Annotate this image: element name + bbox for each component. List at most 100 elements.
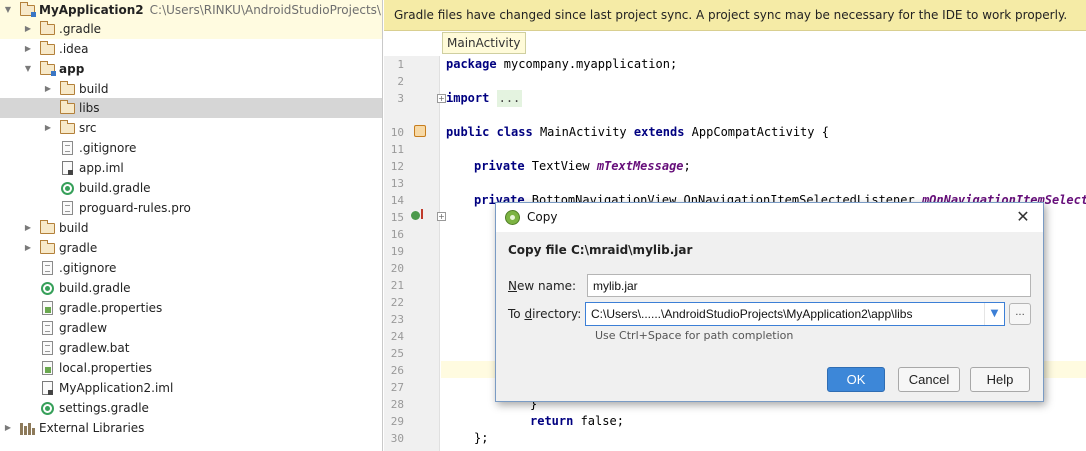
- keyword: package: [446, 57, 497, 71]
- tree-item-label: build: [59, 221, 89, 235]
- tree-item-label: .idea: [59, 42, 89, 56]
- file-icon: [62, 201, 73, 215]
- folder-icon: [59, 81, 75, 95]
- line-number: 14: [390, 194, 404, 207]
- gradle-icon: [61, 182, 74, 195]
- file-icon: [42, 321, 53, 335]
- gradle-icon: [41, 282, 54, 295]
- tree-item-gradle-dir[interactable]: ▶ .gradle: [0, 19, 382, 39]
- tree-item-label: gradlew.bat: [59, 341, 130, 355]
- expand-arrow-icon[interactable]: ▶: [22, 238, 34, 258]
- tree-item-app-gitignore[interactable]: .gitignore: [0, 138, 382, 158]
- expand-arrow-icon[interactable]: ▶: [22, 39, 34, 59]
- line-number: 30: [390, 432, 404, 445]
- to-directory-label: To directory:: [508, 307, 581, 321]
- tree-item-local-properties[interactable]: local.properties: [0, 358, 382, 378]
- tree-item-src[interactable]: ▶ src: [0, 118, 382, 138]
- tree-item-label: gradle.properties: [59, 301, 163, 315]
- tree-item-build[interactable]: ▶ build: [0, 218, 382, 238]
- class-override-icon[interactable]: [414, 125, 426, 137]
- browse-button[interactable]: ...: [1009, 303, 1031, 325]
- tree-item-label: build.gradle: [79, 181, 151, 195]
- tree-item-label: build: [79, 82, 109, 96]
- class-name: MainActivity: [532, 125, 634, 139]
- tree-item-proguard[interactable]: proguard-rules.pro: [0, 198, 382, 218]
- tree-item-label: build.gradle: [59, 281, 131, 295]
- mnemonic: d: [524, 307, 533, 321]
- tree-item-gradlew-bat[interactable]: gradlew.bat: [0, 338, 382, 358]
- tree-item-label: app.iml: [79, 161, 124, 175]
- line-number: 15: [390, 211, 404, 224]
- folder-icon: [39, 41, 55, 55]
- return-value: false;: [573, 414, 624, 428]
- tree-item-build-gradle[interactable]: build.gradle: [0, 278, 382, 298]
- line-number: 3: [397, 92, 404, 105]
- expand-arrow-icon[interactable]: ▶: [22, 218, 34, 238]
- tree-item-app-build-gradle[interactable]: build.gradle: [0, 178, 382, 198]
- implements-method-icon[interactable]: [411, 211, 420, 220]
- keyword: return: [530, 414, 574, 428]
- breadcrumb[interactable]: MainActivity: [442, 32, 526, 54]
- line-number: 23: [390, 313, 404, 326]
- folder-icon: [59, 100, 75, 114]
- code-line-package: package mycompany.myapplication;: [446, 56, 677, 73]
- code-line-field: private TextView mTextMessage;: [474, 158, 691, 175]
- folded-imports[interactable]: ...: [496, 90, 523, 107]
- tree-item-app[interactable]: ▼ app: [0, 59, 382, 79]
- tree-item-gradle[interactable]: ▶ gradle: [0, 238, 382, 258]
- tree-item-label: src: [79, 121, 97, 135]
- tree-item-project-iml[interactable]: MyApplication2.iml: [0, 378, 382, 398]
- tree-item-label: External Libraries: [39, 421, 145, 435]
- line-number: 11: [390, 143, 404, 156]
- module-folder-icon: [19, 2, 36, 17]
- fold-marker-icon[interactable]: +: [437, 212, 446, 221]
- tree-item-gitignore[interactable]: .gitignore: [0, 258, 382, 278]
- tree-root-path: C:\Users\RINKU\AndroidStudioProjects\MyA…: [149, 3, 382, 17]
- tree-item-gradlew[interactable]: gradlew: [0, 318, 382, 338]
- line-number: 21: [390, 279, 404, 292]
- tree-item-external-libraries[interactable]: ▶ External Libraries: [0, 418, 382, 438]
- tree-item-app-build[interactable]: ▶ build: [0, 79, 382, 99]
- dialog-title-bar[interactable]: Copy ✕: [496, 203, 1043, 232]
- code-line-end: };: [474, 431, 489, 445]
- new-name-label: New name:: [508, 279, 576, 293]
- tree-item-label: gradle: [59, 241, 98, 255]
- close-icon[interactable]: ✕: [1013, 206, 1033, 228]
- fold-marker-icon[interactable]: +: [437, 94, 446, 103]
- tree-root[interactable]: ▼ MyApplication2 C:\Users\RINKU\AndroidSt…: [0, 0, 382, 20]
- gradle-icon: [41, 402, 54, 415]
- folder-icon: [39, 21, 55, 35]
- dialog-heading: Copy file C:\mraid\mylib.jar: [508, 243, 693, 257]
- label-text: ew name:: [516, 279, 577, 293]
- tree-item-settings-gradle[interactable]: settings.gradle: [0, 398, 382, 418]
- new-name-input[interactable]: [587, 274, 1031, 297]
- tree-item-label: .gradle: [59, 22, 102, 36]
- copy-dialog: Copy ✕ Copy file C:\mraid\mylib.jar New …: [495, 202, 1044, 402]
- to-directory-combobox[interactable]: ▼: [585, 302, 1005, 326]
- tree-item-gradle-properties[interactable]: gradle.properties: [0, 298, 382, 318]
- expand-arrow-icon[interactable]: ▶: [22, 19, 34, 39]
- expand-arrow-icon[interactable]: ▶: [42, 118, 54, 138]
- expand-arrow-icon[interactable]: ▶: [2, 418, 14, 438]
- tree-item-label: proguard-rules.pro: [79, 201, 191, 215]
- line-number: 25: [390, 347, 404, 360]
- folder-icon: [59, 120, 75, 134]
- mnemonic: N: [508, 279, 517, 293]
- iml-file-icon: [42, 381, 53, 395]
- to-directory-input[interactable]: [586, 303, 984, 325]
- tree-item-label: app: [59, 62, 85, 76]
- expand-arrow-icon[interactable]: ▶: [42, 79, 54, 99]
- line-number: 27: [390, 381, 404, 394]
- gradle-sync-banner: Gradle files have changed since last pro…: [384, 0, 1086, 31]
- cancel-button[interactable]: Cancel: [898, 367, 960, 392]
- ok-button[interactable]: OK: [827, 367, 885, 392]
- help-button[interactable]: Help: [970, 367, 1030, 392]
- expand-arrow-icon[interactable]: ▼: [2, 0, 14, 20]
- tree-item-idea[interactable]: ▶ .idea: [0, 39, 382, 59]
- tree-item-libs[interactable]: libs: [0, 98, 382, 118]
- code-line-import: import ...: [446, 90, 523, 107]
- tree-item-app-iml[interactable]: app.iml: [0, 158, 382, 178]
- expand-arrow-icon[interactable]: ▼: [22, 59, 34, 79]
- line-number: 16: [390, 228, 404, 241]
- chevron-down-icon[interactable]: ▼: [984, 303, 1004, 325]
